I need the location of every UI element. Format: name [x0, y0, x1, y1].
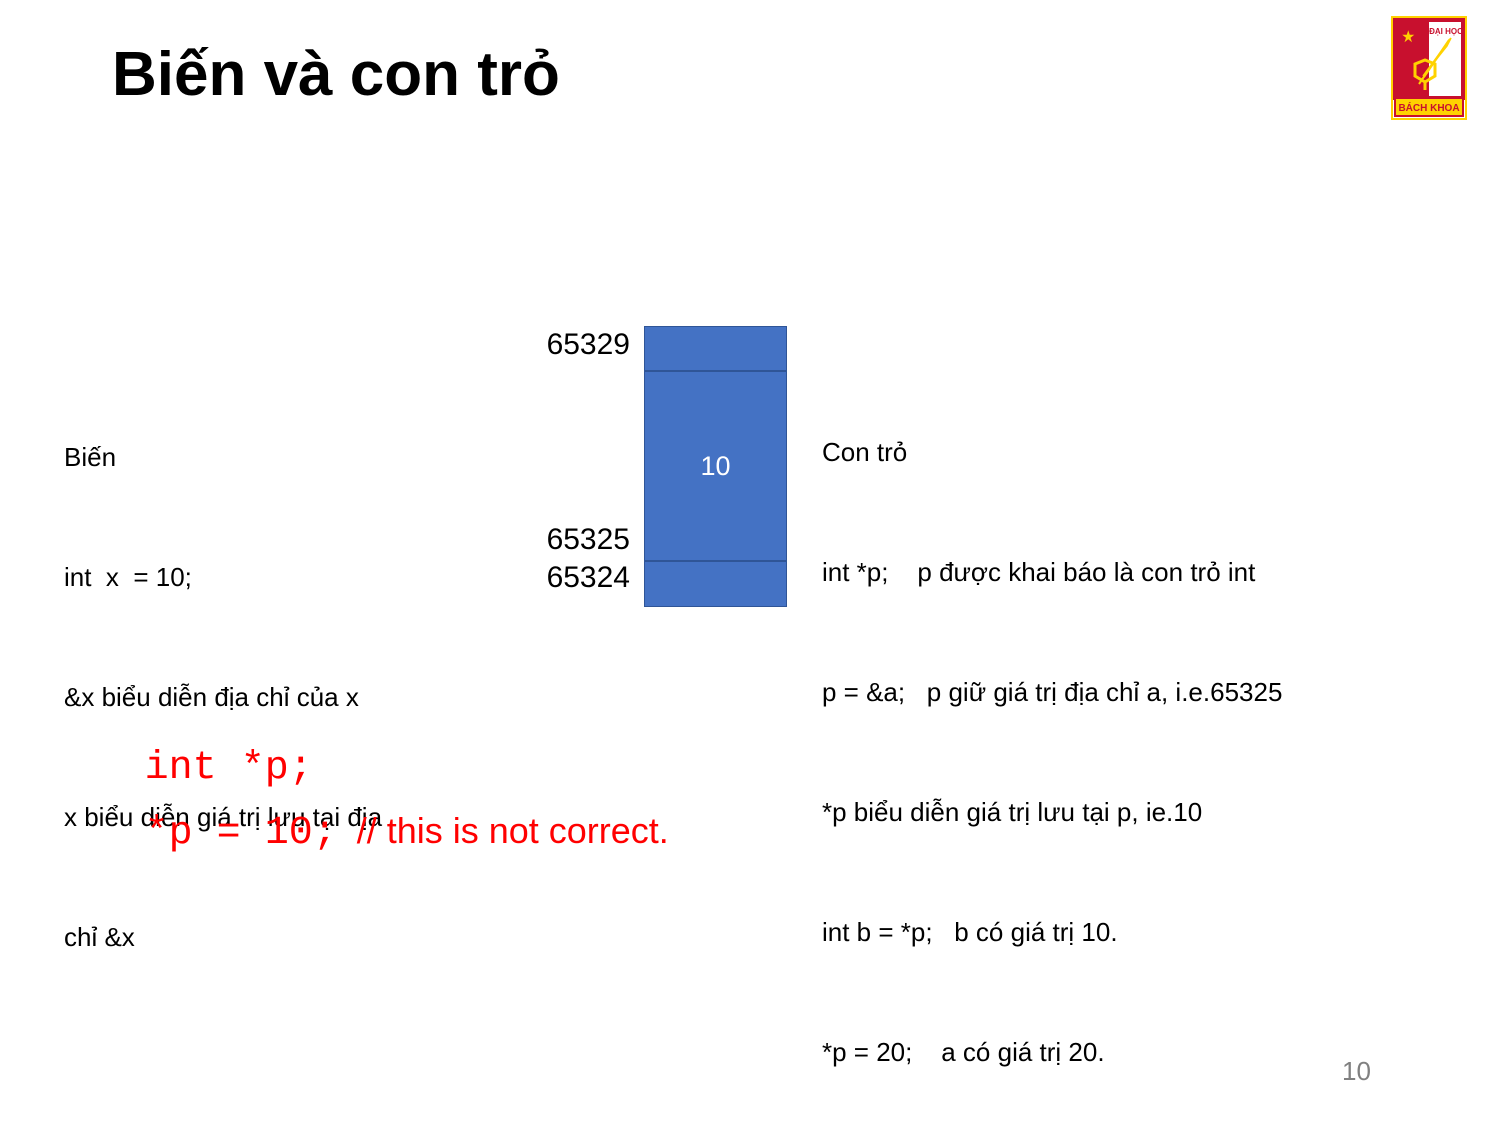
svg-text:ĐẠI HỌC: ĐẠI HỌC	[1429, 27, 1463, 36]
svg-text:BÁCH KHOA: BÁCH KHOA	[1398, 101, 1459, 114]
pointer-line-1: int *p; p được khai báo là con trỏ int	[822, 557, 1256, 587]
address-label-bottom: 65324	[546, 561, 630, 594]
dai-hoc-bach-khoa-logo-icon: ĐẠI HỌC BÁCH KHOA	[1391, 16, 1467, 120]
memory-cell-bottom	[645, 562, 786, 606]
code-line-1-text: int *p;	[144, 746, 313, 791]
variable-line-1: int x = 10;	[64, 562, 192, 592]
slide: Biến và con trỏ ĐẠI HỌC BÁCH KHOA Biến i…	[0, 0, 1499, 1124]
variable-heading: Biến	[64, 442, 117, 472]
pointer-line-4: int b = *p; b có giá trị 10.	[822, 917, 1118, 947]
memory-cell-top	[645, 327, 786, 372]
memory-cell-middle: 10	[645, 372, 786, 562]
code-line-1: int *p;	[118, 676, 1018, 791]
address-label-middle: 65325	[546, 523, 630, 556]
code-sample-block: int *p; *p = 10; // this is not correct.	[118, 676, 1018, 856]
memory-diagram: 10	[644, 326, 787, 607]
pointer-heading: Con trỏ	[822, 437, 908, 467]
page-title: Biến và con trỏ	[112, 40, 560, 109]
page-number: 10	[1342, 1056, 1371, 1086]
address-label-top: 65329	[546, 328, 630, 361]
code-line-2-comment: // this is not correct.	[336, 810, 669, 851]
code-line-2-text: *p = 10;	[144, 811, 337, 856]
